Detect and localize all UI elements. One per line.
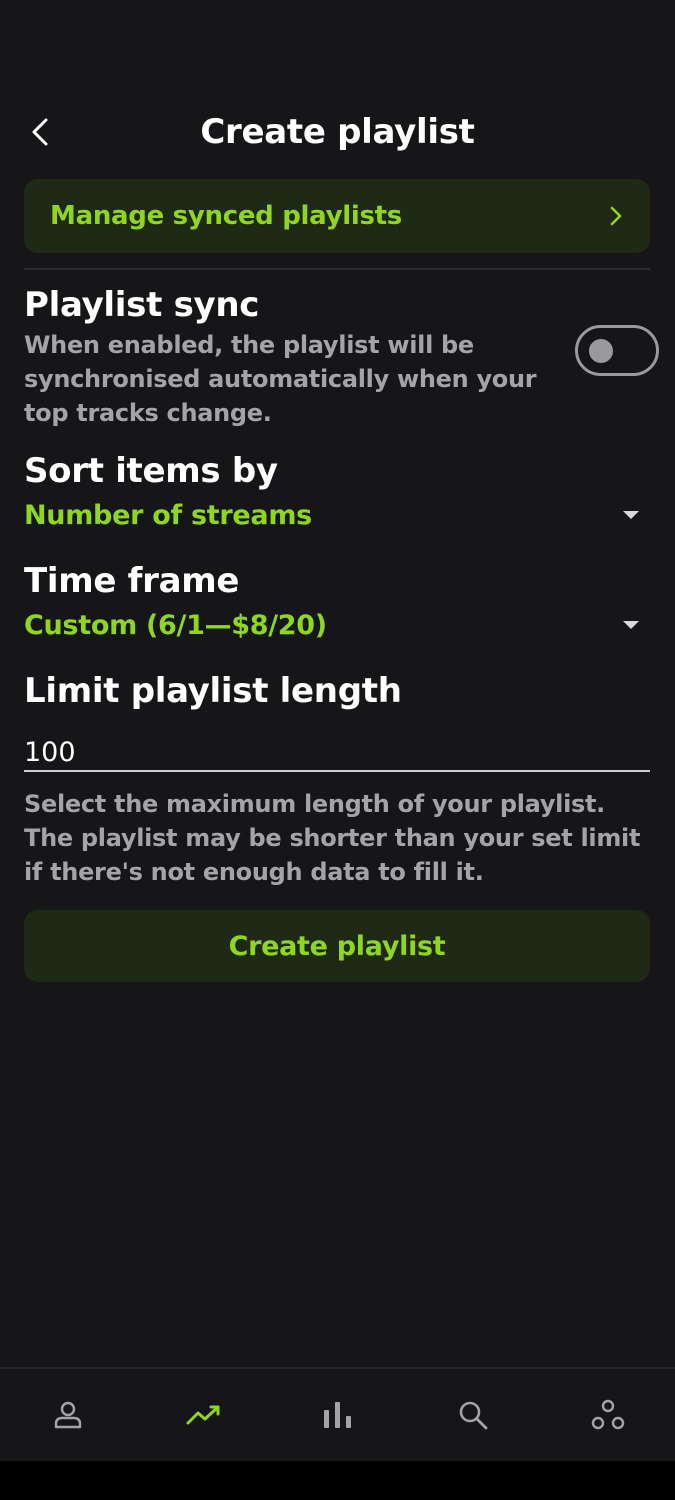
caret-down-icon	[623, 511, 639, 519]
profile-icon	[54, 1401, 81, 1429]
nav-profile[interactable]	[28, 1375, 108, 1455]
nav-trends[interactable]	[163, 1375, 243, 1455]
create-playlist-button[interactable]: Create playlist	[24, 910, 650, 982]
playlist-sync-title: Playlist sync	[24, 285, 260, 325]
app-header: Create playlist	[0, 100, 675, 164]
toggle-knob	[589, 339, 613, 363]
trend-icon	[186, 1405, 219, 1425]
manage-synced-playlists-button[interactable]: Manage synced playlists	[24, 179, 650, 253]
page-title: Create playlist	[200, 112, 475, 152]
manage-synced-playlists-label: Manage synced playlists	[50, 201, 402, 231]
time-frame-value: Custom (6/1—$8/20)	[24, 609, 327, 641]
sort-items-value: Number of streams	[24, 499, 312, 531]
create-playlist-screen: Create playlist Manage synced playlists …	[0, 0, 675, 1500]
system-navigation-bar	[0, 1461, 675, 1500]
bar-chart-icon	[323, 1402, 351, 1428]
playlist-sync-description: When enabled, the playlist will be synch…	[24, 331, 537, 427]
sort-items-title: Sort items by	[24, 451, 278, 491]
playlist-sync-toggle[interactable]	[575, 325, 659, 376]
bottom-navigation	[0, 1367, 675, 1461]
caret-down-icon	[623, 621, 639, 629]
nav-search[interactable]	[433, 1375, 513, 1455]
sort-items-dropdown[interactable]: Number of streams	[24, 495, 650, 535]
limit-length-help: Select the maximum length of your playli…	[24, 790, 641, 886]
chevron-right-icon	[610, 206, 622, 226]
nav-friends[interactable]	[568, 1375, 648, 1455]
section-divider	[24, 268, 650, 270]
limit-length-title: Limit playlist length	[24, 671, 402, 711]
time-frame-dropdown[interactable]: Custom (6/1—$8/20)	[24, 605, 650, 645]
time-frame-title: Time frame	[24, 561, 240, 601]
limit-length-input[interactable]	[24, 736, 650, 772]
friends-icon	[591, 1399, 624, 1430]
nav-charts[interactable]	[298, 1375, 378, 1455]
search-icon	[459, 1401, 487, 1430]
